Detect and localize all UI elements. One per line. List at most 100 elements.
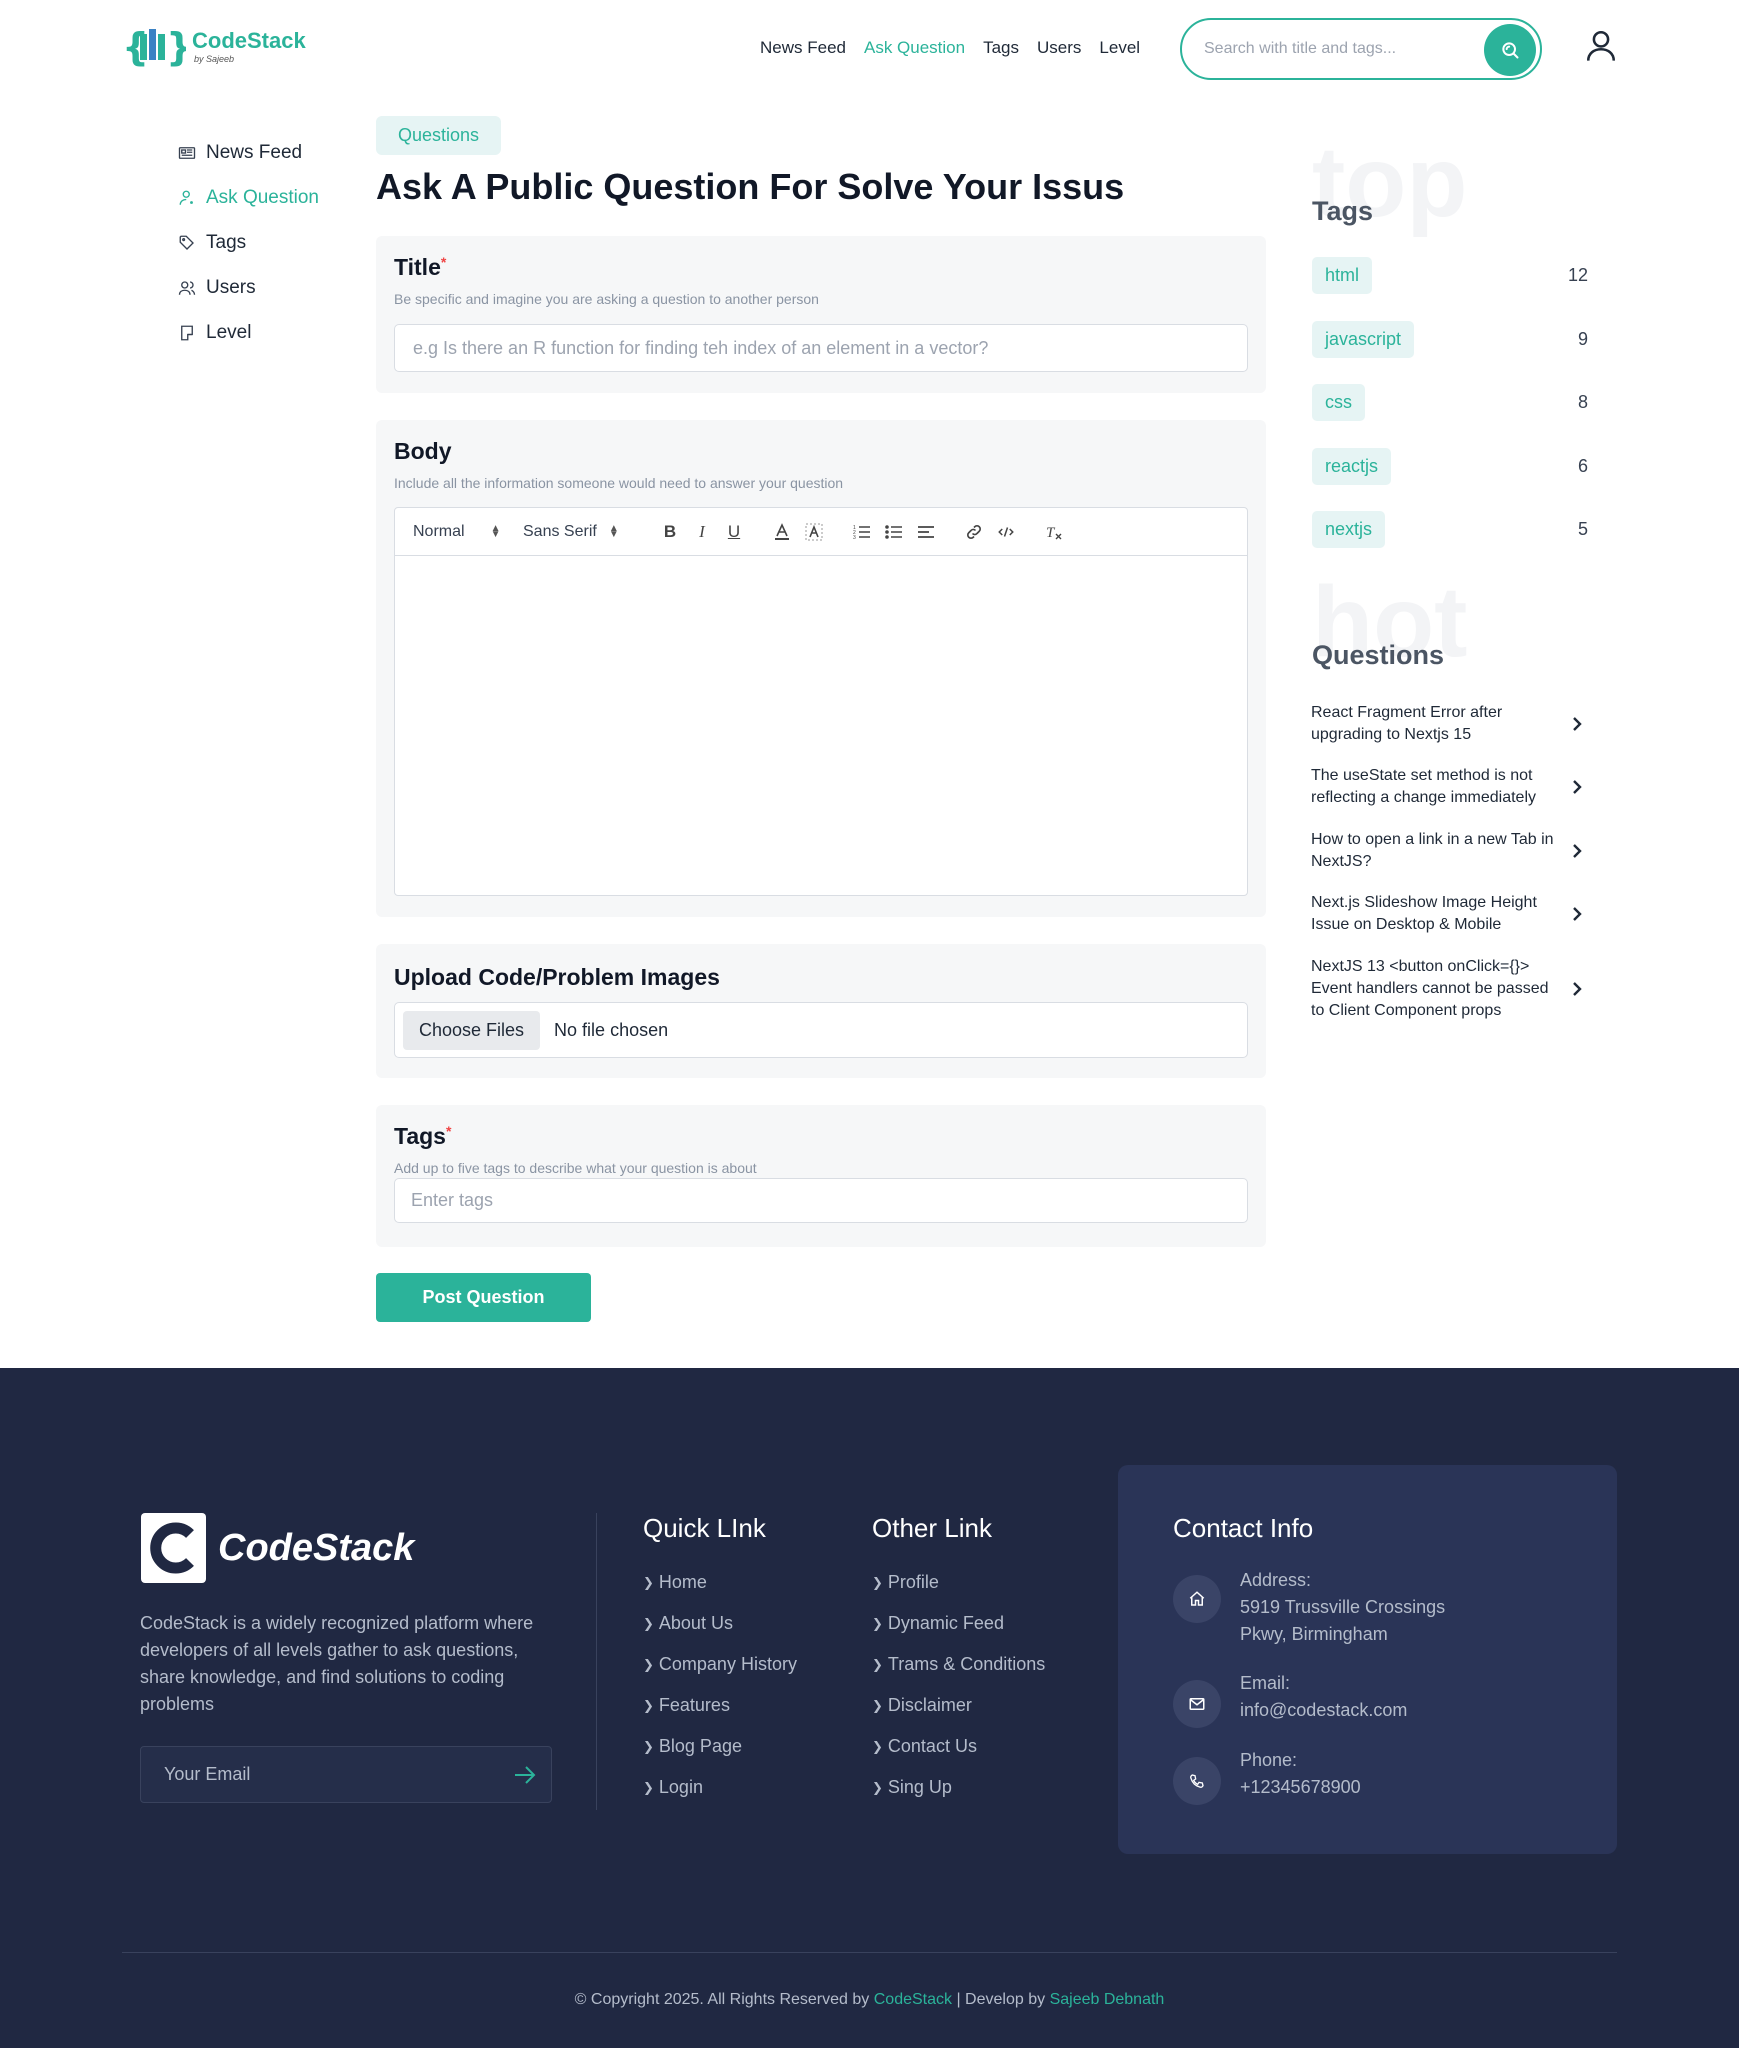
sidebar-item-ask-question[interactable]: Ask Question — [178, 175, 319, 220]
post-question-button[interactable]: Post Question — [376, 1273, 591, 1322]
italic-icon[interactable]: I — [691, 521, 713, 543]
contact-phone: Phone: +12345678900 — [1173, 1750, 1361, 1805]
ordered-list-icon[interactable]: 123 — [851, 521, 873, 543]
bold-icon[interactable]: B — [659, 521, 681, 543]
tag-chip-html[interactable]: html — [1312, 257, 1373, 294]
tags-label: Tags* — [394, 1123, 452, 1149]
chevron-right-icon — [1573, 907, 1582, 921]
address-label: Address: — [1240, 1570, 1312, 1590]
footer-link-sign-up[interactable]: ❯ Sing Up — [872, 1767, 1045, 1808]
email-value[interactable]: info@codestack.com — [1240, 1697, 1407, 1724]
site-logo[interactable]: { } CodeStack by Sajeeb — [122, 24, 306, 70]
topnav-users[interactable]: Users — [1037, 38, 1081, 58]
sidebar-item-level[interactable]: Level — [178, 310, 319, 355]
file-status-text: No file chosen — [554, 1019, 669, 1040]
tag-chip-javascript[interactable]: javascript — [1312, 321, 1415, 358]
bookmark-icon — [181, 325, 193, 340]
sidebar-item-label: News Feed — [206, 141, 303, 163]
tag-count: 5 — [1577, 519, 1588, 539]
title-hint: Be specific and imagine you are asking a… — [394, 291, 819, 307]
chevron-right-icon: ❯ — [643, 1738, 654, 1754]
contact-info-card: Contact Info Address: 5919 Trussville Cr… — [1118, 1465, 1617, 1854]
chevron-right-icon: ❯ — [872, 1738, 883, 1754]
text-color-icon[interactable] — [771, 521, 793, 543]
search-icon — [1502, 42, 1519, 59]
sidebar-item-news-feed[interactable]: News Feed — [178, 130, 319, 175]
topnav-level[interactable]: Level — [1099, 38, 1140, 58]
page-title: Ask A Public Question For Solve Your Iss… — [376, 166, 1125, 207]
select-arrows-icon: ▲ ▼ — [490, 522, 501, 540]
chevron-right-icon — [1573, 844, 1582, 858]
arrow-right-icon[interactable] — [513, 1764, 537, 1786]
link-icon[interactable] — [963, 521, 985, 543]
bullet-list-icon[interactable] — [883, 521, 905, 543]
footer-link-profile[interactable]: ❯ Profile — [872, 1562, 1045, 1603]
footer-link-company-history[interactable]: ❯ Company History — [643, 1644, 797, 1685]
underline-icon[interactable]: U — [723, 521, 745, 543]
align-icon[interactable] — [915, 521, 937, 543]
upload-label: Upload Code/Problem Images — [394, 964, 720, 990]
hot-question-text: React Fragment Error after upgrading to … — [1311, 704, 1503, 743]
choose-files-button[interactable]: Choose Files — [403, 1010, 541, 1050]
footer-link-dynamic-feed[interactable]: ❯ Dynamic Feed — [872, 1603, 1045, 1644]
clear-format-icon[interactable]: T — [1043, 521, 1065, 543]
copyright-brand-link[interactable]: CodeStack — [874, 1991, 952, 2008]
hot-question-text: The useState set method is not reflectin… — [1311, 767, 1537, 806]
footer-link-home[interactable]: ❯ Home — [643, 1562, 797, 1603]
code-icon[interactable] — [995, 521, 1017, 543]
format-select-value: Normal — [413, 522, 465, 540]
logo-subtitle: by Sajeeb — [194, 54, 235, 64]
hot-question-item[interactable]: NextJS 13 <button onClick={}> Event hand… — [1311, 956, 1583, 1022]
footer-link-features[interactable]: ❯ Features — [643, 1685, 797, 1726]
background-color-icon[interactable] — [803, 521, 825, 543]
search-button[interactable] — [1484, 24, 1536, 76]
mail-icon — [1173, 1680, 1221, 1728]
quick-links-title: Quick LInk — [643, 1513, 766, 1543]
chevron-right-icon: ❯ — [643, 1656, 654, 1672]
hot-question-item[interactable]: Next.js Slideshow Image Height Issue on … — [1311, 892, 1583, 936]
top-nav: News Feed Ask Question Tags Users Level — [760, 38, 1140, 58]
editor-body[interactable] — [395, 556, 1247, 895]
tags-input[interactable] — [394, 1178, 1248, 1223]
tag-row: css 8 — [1312, 384, 1588, 421]
sidebar-item-users[interactable]: Users — [178, 265, 319, 310]
topnav-news-feed[interactable]: News Feed — [760, 38, 846, 58]
title-input[interactable] — [394, 324, 1248, 372]
topnav-tags[interactable]: Tags — [983, 38, 1019, 58]
newsletter-email-input[interactable] — [164, 1764, 484, 1785]
chevron-right-icon — [1573, 780, 1582, 794]
tag-chip-nextjs[interactable]: nextjs — [1312, 511, 1386, 548]
rich-text-editor: Normal ▲ ▼ Sans Serif ▲ ▼ B I U 123 T — [394, 507, 1248, 896]
upload-card: Upload Code/Problem Images Choose Files … — [376, 944, 1266, 1078]
footer-divider — [596, 1513, 597, 1810]
user-question-icon — [179, 190, 193, 205]
body-label: Body — [394, 438, 452, 464]
tag-chip-css[interactable]: css — [1312, 384, 1365, 421]
footer-link-login[interactable]: ❯ Login — [643, 1767, 797, 1808]
footer-logo[interactable]: CodeStack — [141, 1513, 414, 1583]
search-input[interactable] — [1204, 40, 1474, 58]
hot-question-item[interactable]: The useState set method is not reflectin… — [1311, 765, 1583, 809]
copyright-author-link[interactable]: Sajeeb Debnath — [1050, 1991, 1165, 2008]
sidebar-item-tags[interactable]: Tags — [178, 220, 319, 265]
topnav-ask-question[interactable]: Ask Question — [864, 38, 965, 58]
chevron-right-icon: ❯ — [872, 1615, 883, 1631]
footer-link-blog-page[interactable]: ❯ Blog Page — [643, 1726, 797, 1767]
hot-question-item[interactable]: React Fragment Error after upgrading to … — [1311, 702, 1583, 746]
hot-question-item[interactable]: How to open a link in a new Tab in NextJ… — [1311, 829, 1583, 873]
format-select[interactable]: Normal ▲ ▼ — [413, 523, 523, 541]
footer-link-disclaimer[interactable]: ❯ Disclaimer — [872, 1685, 1045, 1726]
phone-value[interactable]: +12345678900 — [1240, 1774, 1361, 1801]
footer-link-terms[interactable]: ❯ Trams & Conditions — [872, 1644, 1045, 1685]
footer-link-contact-us[interactable]: ❯ Contact Us — [872, 1726, 1045, 1767]
footer-description: CodeStack is a widely recognized platfor… — [140, 1613, 534, 1714]
footer-link-about-us[interactable]: ❯ About Us — [643, 1603, 797, 1644]
footer-bottom-divider — [122, 1952, 1617, 1953]
title-card: Title* Be specific and imagine you are a… — [376, 236, 1266, 393]
font-select[interactable]: Sans Serif ▲ ▼ — [523, 523, 659, 541]
required-mark: * — [445, 1123, 452, 1139]
user-profile-icon[interactable] — [1584, 28, 1618, 62]
chevron-right-icon: ❯ — [872, 1697, 883, 1713]
tag-chip-reactjs[interactable]: reactjs — [1312, 448, 1392, 485]
sidebar-item-label: Ask Question — [206, 186, 319, 208]
